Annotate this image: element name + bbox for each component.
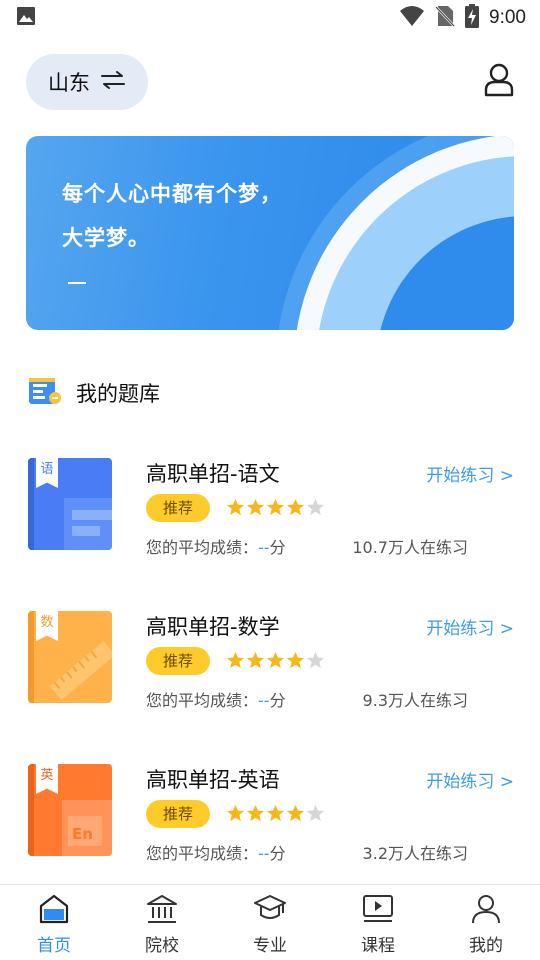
average-score: 您的平均成绩：--分 xyxy=(146,538,286,557)
star-icon xyxy=(286,804,305,822)
nav-item-home[interactable]: 首页 xyxy=(0,885,108,960)
star-icon xyxy=(226,651,245,669)
school-icon xyxy=(144,891,180,927)
star-icon xyxy=(266,498,285,516)
star-icon xyxy=(246,651,265,669)
question-bank-icon xyxy=(28,376,62,410)
region-label: 山东 xyxy=(48,71,90,95)
swap-icon xyxy=(100,70,126,94)
hero-banner[interactable]: 每个人心中都有个梦， 大学梦。 xyxy=(26,136,514,330)
course-title: 高职单招-数学 xyxy=(146,615,280,639)
star-icon xyxy=(226,804,245,822)
course-title: 高职单招-语文 xyxy=(146,462,280,486)
nav-label: 专业 xyxy=(253,936,287,956)
profile-button[interactable] xyxy=(482,63,516,101)
recommend-badge: 推荐 xyxy=(146,647,210,675)
recommend-badge: 推荐 xyxy=(146,800,210,828)
rating-stars xyxy=(226,498,325,517)
course-title: 高职单招-英语 xyxy=(146,768,280,792)
course-cover-english: En 英 xyxy=(28,764,112,856)
nav-label: 我的 xyxy=(469,936,503,956)
star-empty-icon xyxy=(306,651,325,669)
svg-text:En: En xyxy=(72,825,93,843)
practice-count: 10.7万人在练习 xyxy=(352,538,468,557)
graduation-cap-icon xyxy=(252,891,288,927)
star-icon xyxy=(286,498,305,516)
average-score: 您的平均成绩：--分 xyxy=(146,691,286,710)
nav-item-mine[interactable]: 我的 xyxy=(432,885,540,960)
section-title: 我的题库 xyxy=(76,382,160,406)
nav-label: 首页 xyxy=(37,936,71,956)
banner-dash xyxy=(68,282,86,284)
user-profile-icon xyxy=(483,63,515,101)
banner-headline: 每个人心中都有个梦， xyxy=(62,182,282,206)
course-item-math[interactable]: 数 高职单招-数学 开始练习 > 推荐 您的平均成绩：--分 9.3万人在练习 xyxy=(0,611,540,721)
no-sim-icon xyxy=(435,5,455,31)
star-icon xyxy=(266,804,285,822)
star-empty-icon xyxy=(306,498,325,516)
star-icon xyxy=(266,651,285,669)
rating-stars xyxy=(226,804,325,823)
nav-label: 院校 xyxy=(145,936,179,956)
video-course-icon xyxy=(360,891,396,927)
banner-subheadline: 大学梦。 xyxy=(62,226,150,250)
section-header: 我的题库 xyxy=(28,376,160,410)
start-practice-link[interactable]: 开始练习 > xyxy=(426,461,514,486)
home-icon xyxy=(36,891,72,927)
bottom-nav: 首页 院校 专业 课程 我的 xyxy=(0,884,540,960)
start-practice-link[interactable]: 开始练习 > xyxy=(426,767,514,792)
course-cover-math: 数 xyxy=(28,611,112,703)
star-icon xyxy=(226,498,245,516)
user-icon xyxy=(468,891,504,927)
region-selector[interactable]: 山东 xyxy=(26,54,148,110)
star-icon xyxy=(246,498,265,516)
wifi-icon xyxy=(399,5,425,31)
status-bar: 9:00 xyxy=(0,0,540,36)
rating-stars xyxy=(226,651,325,670)
recommend-badge: 推荐 xyxy=(146,494,210,522)
course-cover-chinese: 语 xyxy=(28,458,112,550)
average-score: 您的平均成绩：--分 xyxy=(146,844,286,863)
star-empty-icon xyxy=(306,804,325,822)
practice-count: 3.2万人在练习 xyxy=(362,844,468,863)
nav-item-major[interactable]: 专业 xyxy=(216,885,324,960)
star-icon xyxy=(286,651,305,669)
start-practice-link[interactable]: 开始练习 > xyxy=(426,614,514,639)
battery-charging-icon xyxy=(465,4,480,32)
star-icon xyxy=(246,804,265,822)
image-notification-icon xyxy=(16,6,36,30)
nav-item-school[interactable]: 院校 xyxy=(108,885,216,960)
status-time: 9:00 xyxy=(489,7,526,28)
nav-label: 课程 xyxy=(361,936,395,956)
course-item-english[interactable]: En 英 高职单招-英语 开始练习 > 推荐 您的平均成绩：--分 3.2万人在… xyxy=(0,764,540,874)
practice-count: 9.3万人在练习 xyxy=(362,691,468,710)
nav-item-course[interactable]: 课程 xyxy=(324,885,432,960)
course-item-chinese[interactable]: 语 高职单招-语文 开始练习 > 推荐 您的平均成绩：--分 10.7万人在练习 xyxy=(0,458,540,568)
